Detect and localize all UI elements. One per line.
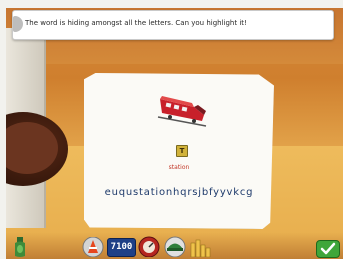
game-scene: T station euqustationhqrsjbfyyvkcg xyxy=(6,8,343,259)
target-word: station xyxy=(168,164,190,171)
check-icon xyxy=(320,242,336,255)
instruction-banner: The word is hiding amongst all the lette… xyxy=(12,10,334,40)
letter-row[interactable]: euqustationhqrsjbfyyvkcg xyxy=(84,187,274,198)
gauge-icon[interactable] xyxy=(138,236,160,257)
word-card: T station euqustationhqrsjbfyyvkcg xyxy=(84,73,274,229)
train-icon xyxy=(157,96,207,127)
speaker-icon[interactable] xyxy=(13,16,23,32)
cap-icon[interactable] xyxy=(163,236,187,257)
ok-button[interactable] xyxy=(316,240,340,258)
bar-chart-icon[interactable] xyxy=(190,238,214,257)
traffic-cone-icon[interactable] xyxy=(82,237,104,257)
bottle-icon[interactable] xyxy=(12,236,28,258)
digital-clock-icon[interactable]: 7100 xyxy=(107,238,136,257)
instruction-text: The word is hiding amongst all the lette… xyxy=(25,19,247,27)
clock-readout: 7100 xyxy=(110,242,133,252)
letter-tile-icon: T xyxy=(176,145,188,157)
